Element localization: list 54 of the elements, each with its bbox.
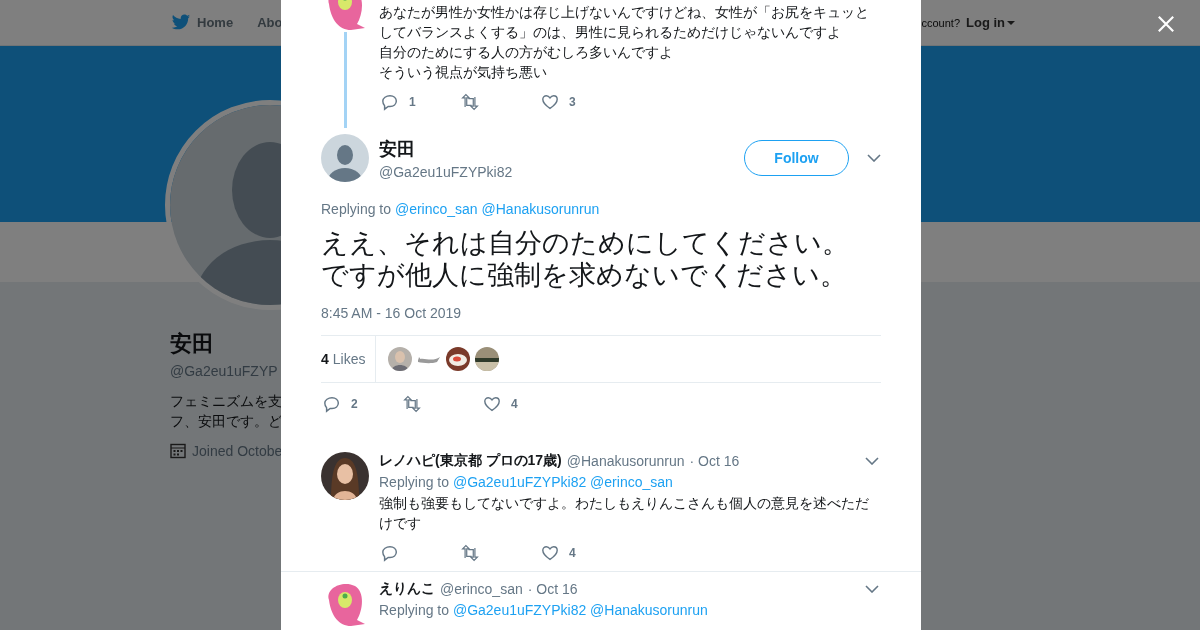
profile-handle: @Ga2eu1uFZYP [170, 363, 278, 379]
tweet-timestamp: 8:45 AM - 16 Oct 2019 [321, 304, 463, 323]
tweet-date[interactable]: · Oct 16 [527, 581, 578, 597]
mention-link[interactable]: @Hanakusorunrun [481, 201, 600, 217]
mention-link[interactable]: @erinco_san [590, 474, 673, 490]
calendar-icon [170, 443, 186, 459]
follow-button[interactable]: Follow [744, 140, 849, 176]
speech-bubble-icon [381, 544, 399, 562]
tweet-text: そういう視点が気持ち悪い [379, 63, 548, 82]
replying-to-line: Replying to @Ga2eu1uFZYPki82 @Hanakusorunrun [379, 601, 709, 619]
user-name[interactable]: レノハピ(東京都 プロの17歳) [379, 452, 562, 470]
bird-icon[interactable] [171, 14, 191, 31]
home-link[interactable]: Home [197, 15, 234, 30]
heart-icon [541, 544, 559, 562]
login-link[interactable]: Log in [966, 15, 1015, 30]
retweet-icon [403, 395, 421, 413]
replying-to-line: Replying to @erinco_san @Hanakusorunrun [321, 200, 601, 219]
account-prompt: ccount? [921, 16, 960, 29]
heart-icon [541, 93, 559, 111]
likes-count[interactable]: 4 Likes [321, 336, 377, 382]
tweet-text: 強制も強要もしてないですよ。わたしもえりんこさんも個人の意見を述べただけです [379, 494, 870, 533]
heart-icon [483, 395, 501, 413]
mention-link[interactable]: @Ga2eu1uFZYPki82 [452, 474, 587, 490]
chevron-icon[interactable] [865, 585, 879, 593]
tweet-text: ええ、それは自分のためにしてください。ですが他人に強制を求めないでください。 [321, 227, 850, 291]
user-name: 安田 [379, 137, 416, 161]
close-icon[interactable] [1157, 15, 1175, 33]
default-avatar-icon [321, 134, 369, 182]
speech-bubble-icon [381, 93, 399, 111]
user-handle[interactable]: @Hanakusorunrun [566, 453, 685, 469]
mention-link[interactable]: @Ga2eu1uFZYPki82 [452, 602, 587, 618]
chevron-icon[interactable] [867, 154, 881, 162]
mention-link[interactable]: @erinco_san [394, 201, 478, 217]
like-button[interactable]: 3 [539, 92, 619, 112]
joined-date: Joined Octobe [192, 443, 283, 459]
reply-button[interactable]: 1 [379, 92, 459, 112]
mention-link[interactable]: @Hanakusorunrun [590, 602, 708, 618]
like-button[interactable]: 4 [481, 394, 561, 414]
chevron-icon[interactable] [865, 457, 879, 465]
profile-name: 安田 [170, 330, 214, 358]
speech-bubble-icon [323, 395, 341, 413]
tweet-date[interactable]: · Oct 16 [689, 453, 740, 469]
retweet-icon [461, 544, 479, 562]
like-button[interactable]: 4 [539, 543, 619, 563]
user-name[interactable]: えりんこ [379, 580, 435, 598]
profile-bio: フェミニズムを支フ、安田です。ど [170, 392, 282, 431]
about-link[interactable]: Abo [257, 15, 283, 30]
tweet-text: 自分のためにする人の方がむしろ多いんですよ [379, 43, 674, 62]
user-handle[interactable]: @erinco_san [440, 581, 523, 597]
replying-to-line: Replying to @Ga2eu1uFZYPki82 @erinco_san [379, 473, 674, 491]
retweet-icon [461, 93, 479, 111]
user-handle: @Ga2eu1uFZYPki82 [379, 163, 514, 180]
reply-button[interactable]: 2 [321, 394, 401, 414]
tweet-text: あなたが男性か女性かは存じ上げないんですけどね、女性が「お尻をキュッとしてバランスよくする」のは、男性に見られるためだけじゃないんですよ [379, 3, 870, 42]
